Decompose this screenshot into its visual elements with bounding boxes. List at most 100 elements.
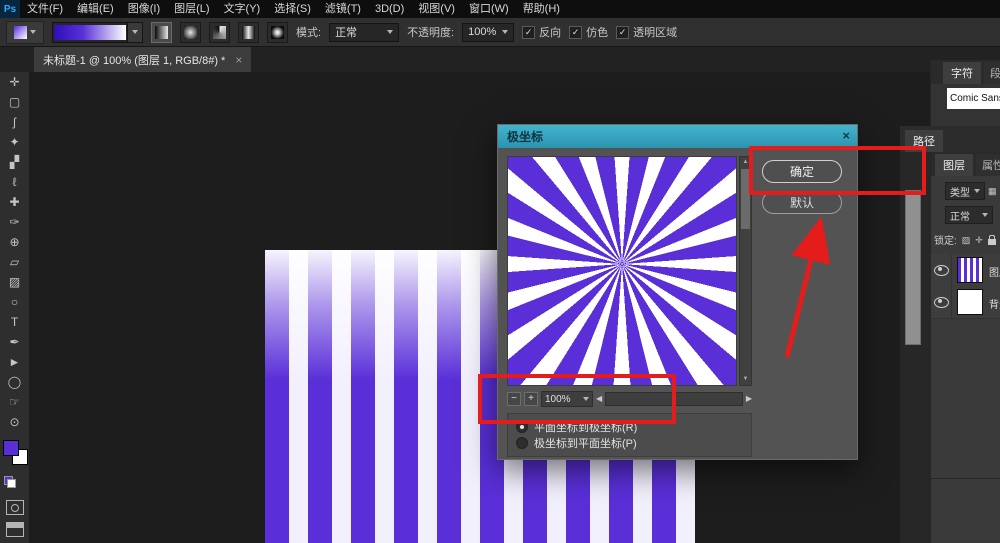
layer-name[interactable]: 背景 xyxy=(989,296,1000,311)
diamond-gradient-button[interactable] xyxy=(267,22,288,43)
radial-gradient-button[interactable] xyxy=(180,22,201,43)
opacity-label: 不透明度: xyxy=(407,24,454,40)
menu-select[interactable]: 选择(S) xyxy=(267,0,318,18)
mode-dropdown[interactable]: 正常 xyxy=(329,23,399,42)
menu-image[interactable]: 图像(I) xyxy=(121,0,167,18)
visibility-toggle[interactable] xyxy=(931,254,952,286)
magic-wand-tool[interactable]: ✦ xyxy=(0,132,29,152)
chevron-down-icon xyxy=(982,213,988,217)
layer-thumbnail[interactable] xyxy=(957,257,983,283)
checkbox-checked-icon[interactable] xyxy=(569,26,582,39)
checkbox-checked-icon[interactable] xyxy=(522,26,535,39)
move-icon: ✛ xyxy=(9,76,19,88)
menu-filter[interactable]: 滤镜(T) xyxy=(318,0,368,18)
menu-file[interactable]: 文件(F) xyxy=(20,0,70,18)
radio-icon[interactable] xyxy=(516,437,528,449)
polar-to-rect-option[interactable]: 极坐标到平面坐标(P) xyxy=(516,435,743,451)
layer-filter-kind-dropdown[interactable]: 类型 xyxy=(945,182,985,200)
layer-name[interactable]: 图层 1 xyxy=(989,264,1000,279)
font-family-field[interactable]: Comic Sans xyxy=(947,88,1000,109)
close-icon[interactable]: × xyxy=(235,53,242,67)
gradient-dropdown-button[interactable] xyxy=(127,23,142,42)
mode-value: 正常 xyxy=(335,24,357,40)
opacity-dropdown[interactable]: 100% xyxy=(462,23,514,42)
type-tool[interactable]: T xyxy=(0,312,29,332)
visibility-toggle[interactable] xyxy=(931,286,952,318)
clone-stamp-icon: ⊕ xyxy=(9,236,19,248)
path-selection-tool[interactable]: ► xyxy=(0,352,29,372)
layer-thumbnail[interactable] xyxy=(957,289,983,315)
zoom-tool[interactable]: ⊙ xyxy=(0,412,29,432)
blend-mode-dropdown[interactable]: 正常 xyxy=(945,206,993,224)
document-tab[interactable]: 未标题-1 @ 100% (图层 1, RGB/8#) * × xyxy=(34,47,251,72)
radial-gradient-icon xyxy=(184,26,197,39)
scroll-right-icon[interactable]: ▶ xyxy=(746,391,752,407)
eraser-tool[interactable]: ▱ xyxy=(0,252,29,272)
path-selection-icon: ► xyxy=(9,356,21,368)
blend-mode-value: 正常 xyxy=(950,208,970,223)
menu-help[interactable]: 帮助(H) xyxy=(516,0,567,18)
color-swatches[interactable] xyxy=(3,440,28,465)
tool-preset-picker[interactable] xyxy=(6,21,44,44)
panel-divider xyxy=(931,478,1000,479)
healing-brush-icon: ✚ xyxy=(9,196,19,208)
menu-layer[interactable]: 图层(L) xyxy=(167,0,216,18)
angle-gradient-button[interactable] xyxy=(209,22,230,43)
tab-layers[interactable]: 图层 xyxy=(935,154,973,176)
gradient-tool[interactable]: ▨ xyxy=(0,272,29,292)
crop-icon: ▞ xyxy=(10,156,19,168)
screen-mode-icon[interactable] xyxy=(6,522,24,537)
lock-all-icon[interactable] xyxy=(988,239,996,245)
lock-transparency-icon[interactable]: ▨ xyxy=(962,233,971,247)
menu-window[interactable]: 窗口(W) xyxy=(462,0,516,18)
blur-tool[interactable]: ○ xyxy=(0,292,29,312)
shape-icon: ◯ xyxy=(8,376,21,388)
gradient-picker[interactable] xyxy=(52,22,143,43)
layer-row[interactable]: 背景 xyxy=(931,286,1000,319)
dock-splitter[interactable] xyxy=(905,190,921,345)
document-tab-bar: 未标题-1 @ 100% (图层 1, RGB/8#) * × xyxy=(0,47,1000,72)
dialog-title-bar[interactable]: 极坐标 xyxy=(498,125,857,148)
menu-type[interactable]: 文字(Y) xyxy=(217,0,268,18)
pen-tool[interactable]: ✒ xyxy=(0,332,29,352)
brush-tool[interactable]: ✑ xyxy=(0,212,29,232)
hand-tool[interactable]: ☞ xyxy=(0,392,29,412)
move-tool[interactable]: ✛ xyxy=(0,72,29,92)
menu-3d[interactable]: 3D(D) xyxy=(368,0,411,18)
menu-view[interactable]: 视图(V) xyxy=(411,0,462,18)
layer-row[interactable]: 图层 1 xyxy=(931,254,1000,287)
scroll-down-icon[interactable]: ▼ xyxy=(740,374,751,385)
blur-icon: ○ xyxy=(11,296,18,308)
lasso-tool[interactable]: ʃ xyxy=(0,112,29,132)
tab-properties[interactable]: 属性 xyxy=(976,154,1000,176)
menu-edit[interactable]: 编辑(E) xyxy=(70,0,121,18)
dither-option[interactable]: 仿色 xyxy=(569,24,608,40)
marquee-tool[interactable]: ▢ xyxy=(0,92,29,112)
lock-position-icon[interactable]: ✛ xyxy=(975,233,983,247)
linear-gradient-button[interactable] xyxy=(151,22,172,43)
reverse-option[interactable]: 反向 xyxy=(522,24,561,40)
eyedropper-tool[interactable]: ℓ xyxy=(0,172,29,192)
quick-mask-icon[interactable] xyxy=(6,500,24,515)
close-icon[interactable]: × xyxy=(842,128,850,143)
pixel-filter-icon[interactable]: ▦ xyxy=(988,184,997,198)
clone-stamp-tool[interactable]: ⊕ xyxy=(0,232,29,252)
shape-tool[interactable]: ◯ xyxy=(0,372,29,392)
healing-brush-tool[interactable]: ✚ xyxy=(0,192,29,212)
default-colors-icon[interactable] xyxy=(4,476,16,488)
lock-options-row: 锁定: ▨ ✛ xyxy=(934,232,996,247)
dither-label: 仿色 xyxy=(586,24,608,40)
mode-label: 模式: xyxy=(296,24,321,40)
crop-tool[interactable]: ▞ xyxy=(0,152,29,172)
lock-label: 锁定: xyxy=(934,232,957,247)
layers-panel-tabs: 图层 属性 xyxy=(931,152,1000,176)
tab-paragraph[interactable]: 段 xyxy=(984,62,1000,84)
filter-preview[interactable] xyxy=(507,156,737,386)
tab-character[interactable]: 字符 xyxy=(943,62,981,84)
checkbox-checked-icon[interactable] xyxy=(616,26,629,39)
chevron-down-icon xyxy=(132,30,138,34)
foreground-color-swatch[interactable] xyxy=(3,440,19,456)
transparency-option[interactable]: 透明区域 xyxy=(616,24,677,40)
reflected-gradient-button[interactable] xyxy=(238,22,259,43)
gradient-preview xyxy=(54,25,126,40)
